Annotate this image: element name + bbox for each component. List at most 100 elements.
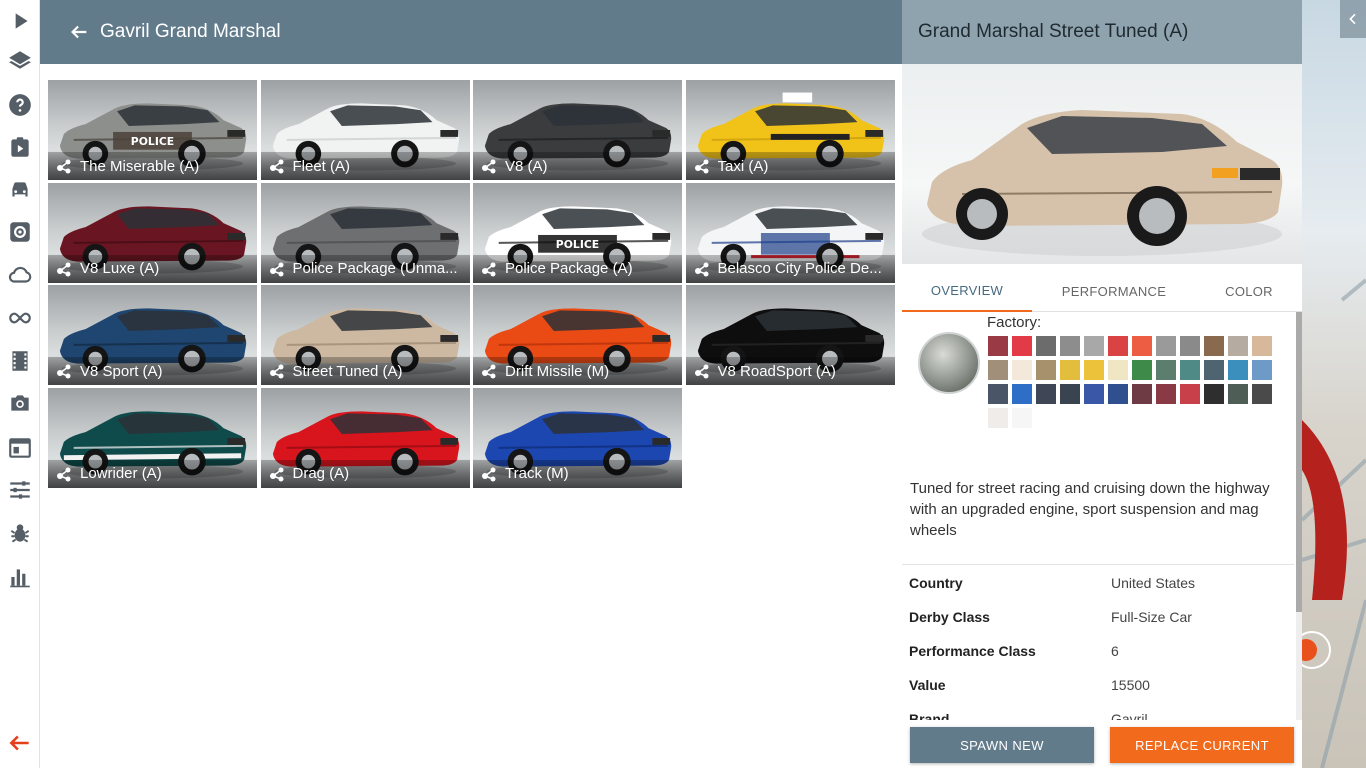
paint-swatch[interactable] bbox=[1060, 384, 1080, 404]
paint-swatch[interactable] bbox=[1084, 360, 1104, 380]
spec-key: Performance Class bbox=[909, 643, 1036, 659]
paint-swatch[interactable] bbox=[1084, 336, 1104, 356]
config-tile-label: V8 Sport (A) bbox=[48, 357, 257, 385]
config-share-icon bbox=[269, 262, 283, 276]
config-tile[interactable]: V8 (A) bbox=[473, 80, 682, 180]
detail-header: Grand Marshal Street Tuned (A) bbox=[902, 0, 1302, 64]
layers-icon[interactable] bbox=[0, 40, 40, 82]
spec-key: Country bbox=[909, 575, 963, 591]
paint-swatch[interactable] bbox=[1132, 336, 1152, 356]
paint-swatch[interactable] bbox=[1180, 336, 1200, 356]
paint-swatch[interactable] bbox=[1060, 360, 1080, 380]
config-tile[interactable]: Police Package (Unma... bbox=[260, 182, 470, 283]
paint-swatch[interactable] bbox=[1012, 384, 1032, 404]
film-icon[interactable] bbox=[0, 340, 40, 382]
config-tile[interactable]: V8 Sport (A) bbox=[48, 285, 257, 385]
config-tile-label: Fleet (A) bbox=[260, 152, 470, 180]
paint-swatch[interactable] bbox=[1036, 384, 1056, 404]
paint-swatch[interactable] bbox=[1108, 360, 1128, 380]
config-tile[interactable]: V8 Luxe (A) bbox=[48, 182, 257, 283]
config-share-icon bbox=[482, 159, 496, 174]
spec-value: 6 bbox=[1111, 643, 1119, 659]
tab-overview[interactable]: OVERVIEW bbox=[902, 270, 1032, 312]
paint-swatch[interactable] bbox=[1012, 360, 1032, 380]
paint-swatch[interactable] bbox=[1060, 336, 1080, 356]
paint-swatch[interactable] bbox=[1204, 336, 1224, 356]
replace-current-button[interactable]: REPLACE CURRENT bbox=[1110, 727, 1294, 763]
paint-swatch[interactable] bbox=[1180, 384, 1200, 404]
paint-swatch[interactable] bbox=[1036, 360, 1056, 380]
config-tile[interactable]: POLICE Police Package (A) bbox=[473, 182, 682, 283]
page-title: Gavril Grand Marshal bbox=[100, 21, 281, 42]
back-arrow-icon[interactable] bbox=[68, 21, 90, 43]
paint-swatch[interactable] bbox=[1084, 384, 1104, 404]
paint-swatch[interactable] bbox=[1252, 360, 1272, 380]
sidebar bbox=[0, 0, 40, 768]
config-tile-label: V8 (A) bbox=[473, 152, 682, 180]
config-share-icon bbox=[482, 467, 496, 481]
paint-swatch[interactable] bbox=[1156, 336, 1176, 356]
paint-swatch[interactable] bbox=[1228, 360, 1248, 380]
vehicle-preview-image bbox=[902, 64, 1302, 264]
config-tile[interactable]: Taxi (A) bbox=[685, 80, 895, 180]
infinity-icon[interactable] bbox=[0, 297, 40, 339]
paint-swatch[interactable] bbox=[1156, 360, 1176, 380]
exit-arrow-icon[interactable] bbox=[0, 722, 40, 764]
config-tile[interactable]: Belasco City Police De... bbox=[685, 182, 895, 283]
detail-panel: Grand Marshal Street Tuned (A) OVERVIEW … bbox=[902, 0, 1302, 768]
vehicle-config-gear-icon[interactable] bbox=[0, 211, 40, 253]
paint-swatch[interactable] bbox=[1228, 336, 1248, 356]
config-tile-label: Police Package (Unma... bbox=[260, 254, 470, 283]
spawn-new-button[interactable]: SPAWN NEW bbox=[910, 727, 1094, 763]
settings-sliders-icon[interactable] bbox=[0, 469, 40, 511]
config-tile[interactable]: Drift Missile (M) bbox=[473, 285, 682, 385]
config-tile[interactable]: Track (M) bbox=[473, 387, 682, 488]
config-tile[interactable]: Street Tuned (A) bbox=[260, 285, 470, 385]
paint-swatch[interactable] bbox=[1108, 336, 1128, 356]
tab-performance[interactable]: PERFORMANCE bbox=[1032, 270, 1196, 312]
paint-swatch[interactable] bbox=[1252, 336, 1272, 356]
paint-swatch[interactable] bbox=[988, 384, 1008, 404]
chevron-left-icon[interactable] bbox=[1340, 0, 1366, 38]
spec-table: Country United States Derby Class Full-Size… bbox=[902, 566, 1294, 720]
spec-key: Derby Class bbox=[909, 609, 990, 625]
config-tile[interactable]: V8 RoadSport (A) bbox=[685, 285, 895, 385]
paint-swatch[interactable] bbox=[1204, 360, 1224, 380]
config-tile[interactable]: Lowrider (A) bbox=[48, 387, 257, 488]
paint-swatch[interactable] bbox=[1156, 384, 1176, 404]
paint-swatch[interactable] bbox=[1012, 336, 1032, 356]
paint-swatch[interactable] bbox=[1180, 360, 1200, 380]
debug-bug-icon[interactable] bbox=[0, 512, 40, 554]
help-icon[interactable] bbox=[0, 84, 40, 126]
paint-swatch[interactable] bbox=[988, 360, 1008, 380]
paint-swatch[interactable] bbox=[988, 408, 1008, 428]
paint-swatch[interactable] bbox=[1036, 336, 1056, 356]
camera-icon[interactable] bbox=[0, 382, 40, 424]
config-share-icon bbox=[57, 364, 71, 379]
spec-row: Country United States bbox=[902, 566, 1294, 600]
paint-swatch[interactable] bbox=[1132, 384, 1152, 404]
mission-clipboard-icon[interactable] bbox=[0, 126, 40, 168]
paint-swatch[interactable] bbox=[1132, 360, 1152, 380]
vehicle-config-panel: Gavril Grand Marshal POLICE The Miserable… bbox=[40, 0, 902, 768]
paint-preview-ball[interactable] bbox=[918, 332, 980, 394]
environment-cloud-icon[interactable] bbox=[0, 254, 40, 296]
paint-swatch[interactable] bbox=[1108, 384, 1128, 404]
spec-row: Performance Class 6 bbox=[902, 634, 1294, 668]
stats-chart-icon[interactable] bbox=[0, 556, 40, 598]
tab-color[interactable]: COLOR bbox=[1196, 270, 1302, 312]
paint-swatch[interactable] bbox=[1012, 408, 1032, 428]
detail-tabs: OVERVIEW PERFORMANCE COLOR bbox=[902, 270, 1302, 312]
config-tile[interactable]: Fleet (A) bbox=[260, 80, 470, 180]
config-share-icon bbox=[269, 467, 283, 481]
car-icon[interactable] bbox=[0, 169, 40, 211]
paint-swatch[interactable] bbox=[1252, 384, 1272, 404]
config-tile[interactable]: Drag (A) bbox=[260, 387, 470, 488]
config-share-icon bbox=[694, 364, 708, 379]
play-icon[interactable] bbox=[0, 0, 40, 42]
paint-swatch[interactable] bbox=[1204, 384, 1224, 404]
ui-apps-icon[interactable] bbox=[0, 427, 40, 469]
paint-swatch[interactable] bbox=[988, 336, 1008, 356]
paint-swatch[interactable] bbox=[1228, 384, 1248, 404]
config-tile[interactable]: POLICE The Miserable (A) bbox=[48, 80, 257, 180]
